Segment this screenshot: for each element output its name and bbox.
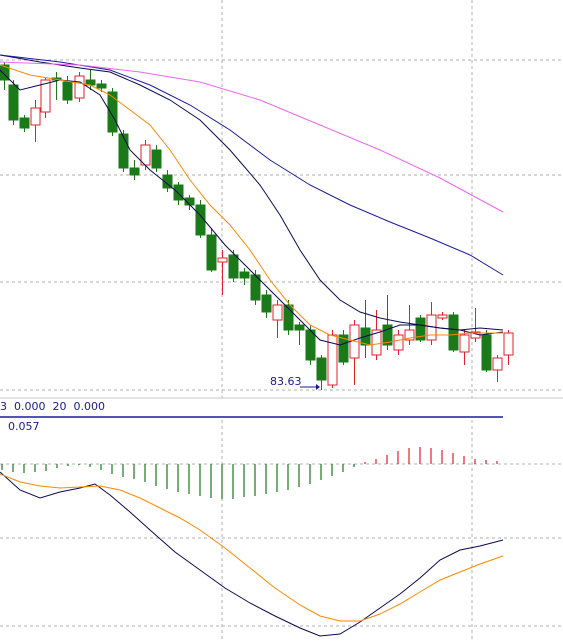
candle-body-down <box>19 117 30 129</box>
ma-mid-line <box>0 64 503 346</box>
candle-body-up <box>459 334 470 353</box>
candle-body-up <box>74 75 85 99</box>
candle-body-up <box>272 304 283 321</box>
candle-body-down <box>294 324 305 331</box>
candle-body-down <box>151 149 162 169</box>
candle-body-down <box>118 133 129 169</box>
candle-body-down <box>173 184 184 201</box>
candle-body-down <box>8 84 19 121</box>
candle-body-down <box>448 314 459 351</box>
candle-body-up <box>492 357 503 371</box>
candle-body-up <box>503 332 514 356</box>
candle-body-down <box>316 357 327 381</box>
candle-body-down <box>62 81 73 101</box>
candle-body-down <box>228 254 239 279</box>
candle-body-up <box>437 314 448 319</box>
chart-canvas: 3 0.000 20 0.000 0.057 83.63 <box>0 0 563 640</box>
candle-body-down <box>206 234 217 271</box>
candle-body-down <box>261 294 272 313</box>
macd-dea-line <box>0 473 504 622</box>
stock-chart-svg <box>0 0 563 640</box>
candle-body-down <box>96 83 107 89</box>
candle-body-down <box>239 271 250 279</box>
macd-dif-line <box>0 471 504 637</box>
low-price-marker-label: 83.63 <box>270 375 302 388</box>
candle-body-up <box>30 107 41 126</box>
macd-indicator-header: 0.057 <box>8 420 40 433</box>
low-marker-arrowhead <box>316 384 320 390</box>
candle-body-down <box>129 167 140 176</box>
ma-short-line <box>0 69 504 346</box>
candle-body-up <box>393 334 404 351</box>
volume-indicator-header: 3 0.000 20 0.000 <box>0 400 105 413</box>
candle-body-down <box>107 91 118 133</box>
candle-body-up <box>217 257 228 263</box>
candle-body-down <box>481 334 492 371</box>
candle-body-down <box>305 329 316 361</box>
